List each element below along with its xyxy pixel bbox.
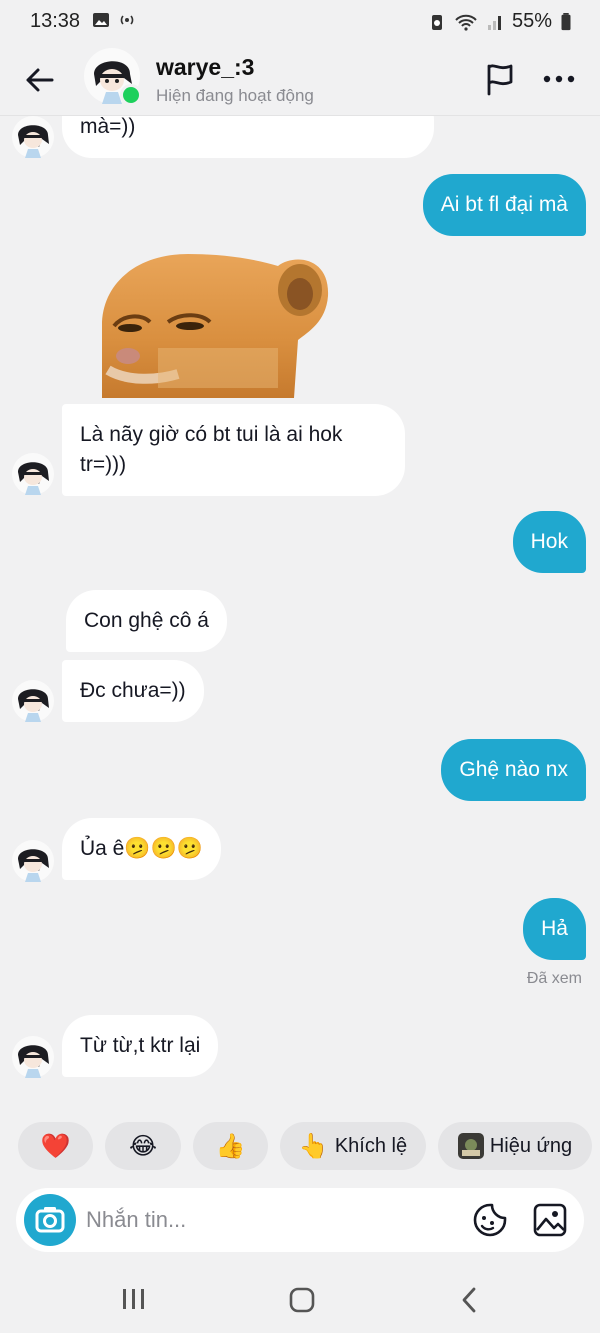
battery-saver-icon <box>431 14 442 30</box>
gallery-notification-icon <box>93 13 109 27</box>
cat-sticker-image[interactable] <box>98 252 330 398</box>
seen-indicator: Đã xem <box>526 970 582 987</box>
heart-reaction-button[interactable]: ❤️ <box>18 1122 93 1170</box>
camera-button[interactable] <box>24 1194 76 1246</box>
message-text: Từ từ,t ktr lại <box>80 1034 201 1057</box>
sticker-icon[interactable] <box>472 1202 508 1238</box>
report-flag-icon[interactable] <box>484 62 516 96</box>
system-navigation-bar <box>0 1266 600 1333</box>
quick-reaction-bar: ❤️ 😂 👍 👆 Khích lệ Hiệu ứng <box>0 1122 600 1172</box>
message-text: Ghệ nào nx <box>459 758 568 781</box>
wifi-icon <box>455 14 477 31</box>
message-bubble-incoming[interactable]: mà=)) <box>62 116 434 158</box>
message-text: Con ghệ cô á <box>84 609 209 632</box>
message-input[interactable] <box>86 1200 446 1240</box>
message-text: Ai bt fl đại mà <box>440 193 568 216</box>
more-options-icon[interactable] <box>542 66 576 92</box>
encourage-label: Khích lệ <box>334 1134 408 1157</box>
status-bar: 13:38 55% <box>0 0 600 44</box>
effects-thumbnail-icon <box>457 1133 484 1159</box>
battery-icon <box>561 12 571 30</box>
laugh-reaction-button[interactable]: 😂 <box>105 1122 181 1170</box>
chat-header: warye_:3 Hiện đang hoạt động <box>0 44 600 116</box>
message-bubble-incoming[interactable]: Đc chưa=)) <box>62 660 204 722</box>
battery-percent: 55% <box>511 10 552 32</box>
system-back-icon[interactable] <box>458 1285 480 1315</box>
message-bubble-outgoing[interactable]: Ai bt fl đại mà <box>422 174 586 236</box>
thumbs-up-icon: 👍 <box>215 1132 246 1160</box>
sender-avatar[interactable] <box>12 680 54 722</box>
online-status-dot <box>120 84 142 106</box>
gallery-image-icon[interactable] <box>532 1202 568 1238</box>
camera-icon <box>35 1207 65 1233</box>
message-bubble-outgoing[interactable]: Hok <box>512 511 586 573</box>
recent-apps-icon[interactable] <box>120 1286 148 1312</box>
contact-activity-status: Hiện đang hoạt động <box>156 86 314 105</box>
sender-avatar[interactable] <box>12 116 54 158</box>
heart-icon: ❤️ <box>40 1132 71 1160</box>
back-arrow-icon[interactable] <box>22 62 58 98</box>
effects-label: Hiệu ứng <box>489 1134 573 1157</box>
message-text: Là nãy giờ có bt tui là ai hok tr=))) <box>80 423 343 476</box>
laughing-face-icon: 😂 <box>128 1132 158 1160</box>
message-bubble-incoming[interactable]: Con ghệ cô á <box>66 590 227 652</box>
message-text: Ủa ê🫤🫤🫤 <box>80 837 203 860</box>
message-bubble-incoming[interactable]: Là nãy giờ có bt tui là ai hok tr=))) <box>62 404 405 496</box>
message-bubble-outgoing[interactable]: Hả <box>523 898 586 960</box>
encourage-button[interactable]: 👆 Khích lệ <box>280 1122 426 1170</box>
message-bubble-incoming[interactable]: Từ từ,t ktr lại <box>62 1015 219 1077</box>
effects-button[interactable]: Hiệu ứng <box>438 1122 592 1170</box>
thumbs-up-reaction-button[interactable]: 👍 <box>193 1122 268 1170</box>
home-icon[interactable] <box>288 1286 316 1314</box>
hotspot-icon <box>120 15 134 25</box>
contact-name[interactable]: warye_:3 <box>156 54 254 81</box>
message-bubble-outgoing[interactable]: Ghệ nào nx <box>441 739 586 801</box>
status-time: 13:38 <box>30 10 81 32</box>
message-composer <box>16 1188 584 1252</box>
message-text: mà=)) <box>80 116 136 138</box>
sender-avatar[interactable] <box>12 1036 54 1078</box>
message-text: Hok <box>530 530 568 553</box>
sender-avatar[interactable] <box>12 453 54 495</box>
signal-icon <box>487 15 501 30</box>
message-bubble-incoming[interactable]: Ủa ê🫤🫤🫤 <box>62 818 221 880</box>
message-list[interactable]: mà=)) Ai bt fl đại mà Là nãy giờ có bt t… <box>0 116 600 1106</box>
pointing-hand-icon: 👆 <box>298 1132 329 1160</box>
sender-avatar[interactable] <box>12 840 54 882</box>
message-text: Hả <box>541 917 568 940</box>
message-text: Đc chưa=)) <box>80 679 186 702</box>
